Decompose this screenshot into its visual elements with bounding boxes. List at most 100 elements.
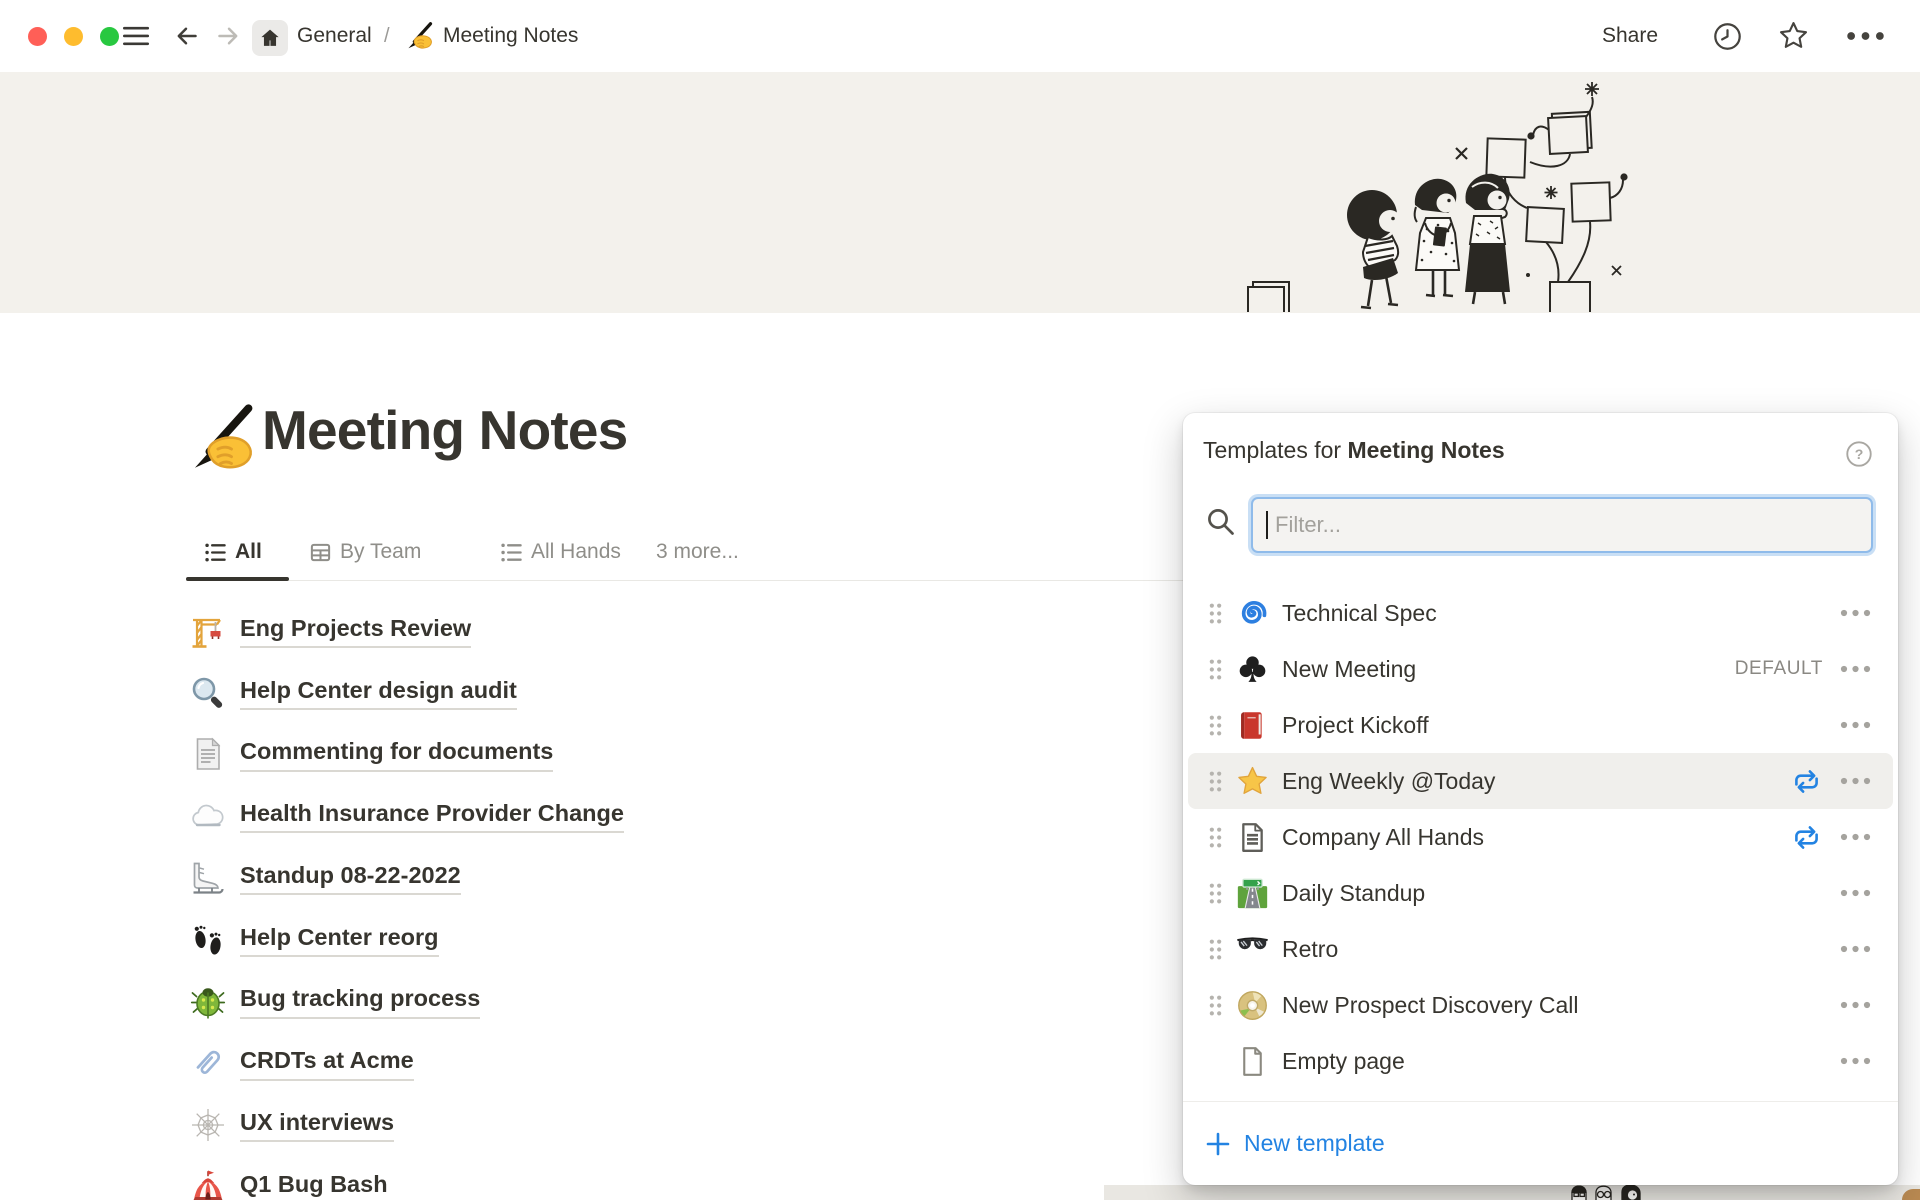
template-label: New Meeting <box>1282 656 1416 683</box>
page-icon-writing-hand[interactable] <box>189 404 257 472</box>
page-link-row[interactable]: UX interviews <box>190 1094 1150 1156</box>
drag-handle-icon[interactable] <box>1208 826 1223 849</box>
sidebar-menu-icon[interactable] <box>122 26 150 46</box>
more-options-icon[interactable] <box>1840 833 1871 841</box>
more-options-icon[interactable] <box>1840 665 1871 673</box>
page-link-row[interactable]: Help Center reorg <box>190 909 1150 971</box>
new-template-button[interactable]: New template <box>1183 1101 1898 1185</box>
page-link-title: Help Center design audit <box>240 676 517 710</box>
drag-handle-icon[interactable] <box>1208 994 1223 1017</box>
drag-handle-icon[interactable] <box>1208 882 1223 905</box>
more-options-icon[interactable] <box>1840 777 1871 785</box>
popup-title-prefix: Templates for <box>1203 437 1347 463</box>
template-item[interactable]: Company All Hands <box>1188 809 1893 865</box>
breadcrumb-separator: / <box>384 0 390 72</box>
footprints-icon <box>190 922 226 958</box>
forward-arrow-icon[interactable] <box>216 24 240 48</box>
template-item[interactable]: New Prospect Discovery Call <box>1188 977 1893 1033</box>
page-link-row[interactable]: Standup 08-22-2022 <box>190 847 1150 909</box>
popup-title: Templates for Meeting Notes <box>1203 437 1505 464</box>
drag-handle-icon[interactable] <box>1208 770 1223 793</box>
filter-field-wrap <box>1251 497 1873 553</box>
page-link-title: Help Center reorg <box>240 923 439 957</box>
more-options-icon[interactable] <box>1843 31 1888 41</box>
page-link-title: Commenting for documents <box>240 737 553 771</box>
more-options-icon[interactable] <box>1840 609 1871 617</box>
repeat-icon <box>1792 825 1821 850</box>
cyclone-icon <box>1236 597 1269 630</box>
template-item[interactable]: Technical Spec <box>1188 585 1893 641</box>
callout-strip <box>1104 1185 1920 1200</box>
page-link-title: CRDTs at Acme <box>240 1046 414 1080</box>
more-options-icon[interactable] <box>1840 1001 1871 1009</box>
page-link-title: Standup 08-22-2022 <box>240 861 461 895</box>
tab-label: 3 more... <box>656 540 739 564</box>
drag-handle-icon[interactable] <box>1208 714 1223 737</box>
breadcrumb-workspace[interactable]: General <box>297 0 372 72</box>
sunglasses-icon <box>1236 933 1269 966</box>
tab-more-views[interactable]: 3 more... <box>656 532 739 572</box>
more-options-icon[interactable] <box>1840 945 1871 953</box>
template-label: Project Kickoff <box>1282 712 1429 739</box>
tab-by-team[interactable]: By Team <box>309 532 421 572</box>
tab-all-hands[interactable]: All Hands <box>500 532 621 572</box>
new-template-label: New template <box>1244 1130 1385 1157</box>
more-options-icon[interactable] <box>1840 889 1871 897</box>
page-link-row[interactable]: CRDTs at Acme <box>190 1033 1150 1095</box>
tab-all[interactable]: All <box>204 532 262 572</box>
page-link-row[interactable]: Help Center design audit <box>190 662 1150 724</box>
template-label: Company All Hands <box>1282 824 1484 851</box>
page-cover <box>0 72 1920 313</box>
template-label: New Prospect Discovery Call <box>1282 992 1579 1019</box>
page-link-row[interactable]: Eng Projects Review <box>190 600 1150 662</box>
plus-icon <box>1205 1131 1231 1157</box>
template-item[interactable]: New Meeting DEFAULT <box>1188 641 1893 697</box>
page-list: Eng Projects Review Help Center design a… <box>190 600 1150 1200</box>
page-title[interactable]: Meeting Notes <box>262 398 627 462</box>
page-link-row[interactable]: Commenting for documents <box>190 724 1150 786</box>
template-label: Eng Weekly @Today <box>1282 768 1495 795</box>
template-item-highlighted[interactable]: Eng Weekly @Today <box>1188 753 1893 809</box>
template-item[interactable]: Daily Standup <box>1188 865 1893 921</box>
drag-handle-icon[interactable] <box>1208 938 1223 961</box>
template-label: Daily Standup <box>1282 880 1425 907</box>
more-options-icon[interactable] <box>1840 1057 1871 1065</box>
spider-web-icon <box>190 1107 226 1143</box>
back-arrow-icon[interactable] <box>175 24 199 48</box>
breadcrumb-page[interactable]: Meeting Notes <box>443 0 578 72</box>
page-link-title: Eng Projects Review <box>240 614 471 648</box>
template-item[interactable]: Project Kickoff <box>1188 697 1893 753</box>
template-item[interactable]: Retro <box>1188 921 1893 977</box>
list-view-icon <box>204 541 227 564</box>
filter-input[interactable] <box>1251 497 1873 553</box>
tab-label: All <box>235 540 262 564</box>
star-icon <box>1236 765 1269 798</box>
favorite-star-icon[interactable] <box>1777 19 1810 52</box>
beetle-icon <box>190 984 226 1020</box>
clock-icon[interactable] <box>1712 21 1743 52</box>
templates-popup: Templates for Meeting Notes Technical Sp… <box>1183 413 1898 1185</box>
cd-icon <box>1236 989 1269 1022</box>
page-link-row[interactable]: Bug tracking process <box>190 971 1150 1033</box>
template-item[interactable]: Empty page <box>1188 1033 1893 1089</box>
magnifying-glass-icon <box>190 675 226 711</box>
page-link-title: Health Insurance Provider Change <box>240 799 624 833</box>
page-link-title: Bug tracking process <box>240 984 480 1018</box>
help-icon[interactable] <box>1844 439 1874 469</box>
page-with-text-icon <box>1236 821 1269 854</box>
drag-handle-icon[interactable] <box>1208 658 1223 681</box>
home-icon[interactable] <box>252 20 288 56</box>
close-window-button[interactable] <box>28 27 47 46</box>
motorway-icon <box>1236 877 1269 910</box>
drag-handle-icon[interactable] <box>1208 602 1223 625</box>
more-options-icon[interactable] <box>1840 721 1871 729</box>
club-suit-icon <box>1236 653 1269 686</box>
minimize-window-button[interactable] <box>64 27 83 46</box>
template-label: Retro <box>1282 936 1338 963</box>
share-button[interactable]: Share <box>1602 0 1658 72</box>
empty-page-icon <box>1236 1045 1269 1078</box>
writing-hand-icon <box>406 22 434 50</box>
zoom-window-button[interactable] <box>100 27 119 46</box>
page-link-row[interactable]: Q1 Bug Bash <box>190 1156 1150 1200</box>
page-link-row[interactable]: Health Insurance Provider Change <box>190 785 1150 847</box>
